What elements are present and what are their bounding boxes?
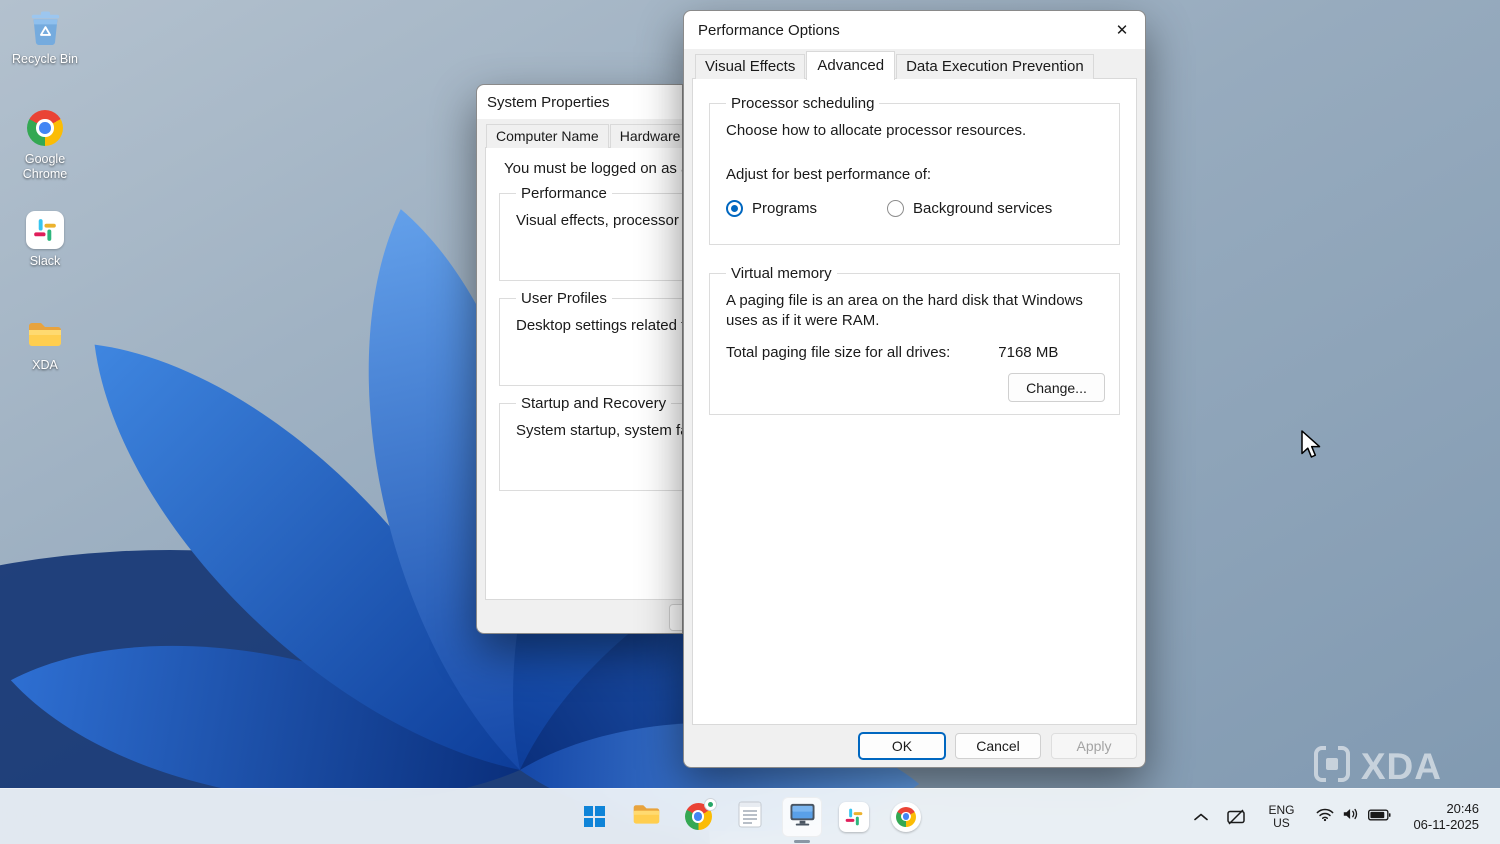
desktop-icon-google-chrome[interactable]: Google Chrome bbox=[8, 108, 82, 182]
dialog-footer: OK Cancel Apply bbox=[684, 725, 1145, 767]
section-title: User Profiles bbox=[516, 290, 612, 307]
start-button[interactable] bbox=[574, 797, 614, 837]
total-paging-row: Total paging file size for all drives: 7… bbox=[726, 344, 1107, 361]
desktop-icon-xda-folder[interactable]: XDA bbox=[8, 314, 82, 373]
touchpad-disabled-icon[interactable] bbox=[1217, 803, 1255, 831]
performance-section: Performance Visual effects, processor sc… bbox=[499, 185, 683, 281]
taskbar: ENG US bbox=[0, 788, 1500, 844]
taskbar-clock[interactable]: 20:46 06-11-2025 bbox=[1404, 795, 1488, 839]
tab-advanced[interactable]: Advanced bbox=[806, 51, 895, 80]
mouse-cursor bbox=[1300, 430, 1322, 465]
watermark-text: XDA bbox=[1361, 746, 1442, 788]
desktop-icon-label: Recycle Bin bbox=[12, 52, 78, 67]
radio-selected-icon bbox=[726, 200, 743, 217]
notepad-icon bbox=[738, 800, 762, 833]
chrome-icon bbox=[27, 108, 63, 148]
desktop-icon-label: Google Chrome bbox=[8, 152, 82, 182]
speaker-icon bbox=[1342, 806, 1360, 827]
desktop-icon-recycle-bin[interactable]: Recycle Bin bbox=[8, 8, 82, 67]
user-profiles-section: User Profiles Desktop settings related t… bbox=[499, 290, 683, 386]
group-title: Processor scheduling bbox=[726, 95, 879, 112]
system-properties-tabs: Computer Name Hardware Advanced bbox=[477, 119, 683, 148]
folder-icon bbox=[27, 314, 63, 354]
language-line2: US bbox=[1273, 817, 1290, 830]
browser-icon bbox=[891, 802, 921, 832]
processor-scheduling-group: Processor scheduling Choose how to alloc… bbox=[709, 95, 1120, 245]
system-tray-button[interactable] bbox=[1307, 800, 1400, 833]
system-properties-titlebar[interactable]: System Properties bbox=[477, 85, 683, 119]
browser-button[interactable] bbox=[886, 797, 926, 837]
chrome-button[interactable] bbox=[678, 797, 718, 837]
desktop-icon-label: XDA bbox=[32, 358, 58, 373]
section-title: Startup and Recovery bbox=[516, 395, 671, 412]
slack-icon bbox=[839, 802, 869, 832]
radio-label: Programs bbox=[752, 200, 817, 217]
radio-background-services[interactable]: Background services bbox=[887, 200, 1052, 217]
battery-icon bbox=[1368, 808, 1391, 826]
tab-computer-name[interactable]: Computer Name bbox=[486, 124, 609, 148]
taskbar-tray: ENG US bbox=[1185, 789, 1494, 844]
desktop-icon-slack[interactable]: Slack bbox=[8, 210, 82, 269]
admin-note: You must be logged on as an Ad bbox=[504, 160, 683, 177]
dialog-title: Performance Options bbox=[698, 22, 840, 39]
apply-button[interactable]: Apply bbox=[1051, 733, 1137, 759]
running-app-indicator bbox=[794, 840, 810, 843]
system-monitor-icon bbox=[789, 802, 816, 832]
clock-time: 20:46 bbox=[1446, 801, 1479, 817]
xda-watermark: XDA bbox=[1313, 745, 1442, 788]
section-desc: Visual effects, processor sched bbox=[516, 211, 683, 231]
dialog-title: System Properties bbox=[487, 94, 610, 111]
system-properties-content: System Properties Computer Name Hardware… bbox=[477, 85, 683, 634]
partial-button[interactable] bbox=[669, 604, 683, 631]
desktop-icon-label: Slack bbox=[30, 254, 61, 269]
total-paging-value: 7168 MB bbox=[998, 344, 1058, 361]
language-indicator[interactable]: ENG US bbox=[1259, 798, 1303, 836]
performance-options-dialog[interactable]: Performance Options ✕ Visual Effects Adv… bbox=[683, 10, 1146, 768]
system-properties-dialog[interactable]: System Properties Computer Name Hardware… bbox=[476, 84, 683, 634]
clock-date: 06-11-2025 bbox=[1413, 817, 1479, 833]
section-desc: System startup, system failure, bbox=[516, 421, 683, 441]
radio-programs[interactable]: Programs bbox=[726, 200, 817, 217]
performance-options-tabs: Visual Effects Advanced Data Execution P… bbox=[684, 49, 1145, 79]
chrome-profile-badge-icon bbox=[704, 798, 717, 811]
wifi-icon bbox=[1316, 807, 1334, 827]
file-explorer-button[interactable] bbox=[626, 797, 666, 837]
group-title: Virtual memory bbox=[726, 265, 837, 282]
language-line1: ENG bbox=[1268, 804, 1294, 817]
slack-button[interactable] bbox=[834, 797, 874, 837]
tab-visual-effects[interactable]: Visual Effects bbox=[695, 54, 805, 79]
desktop-screen: Recycle Bin Google Chrome Slack bbox=[0, 0, 1500, 844]
performance-radio-group: Programs Background services bbox=[726, 200, 1107, 217]
section-desc: Desktop settings related to you bbox=[516, 316, 683, 336]
startup-recovery-section: Startup and Recovery System startup, sys… bbox=[499, 395, 683, 491]
taskbar-apps bbox=[574, 797, 926, 837]
recycle-bin-icon bbox=[29, 8, 62, 48]
xda-logo-icon bbox=[1313, 745, 1351, 788]
total-paging-label: Total paging file size for all drives: bbox=[726, 344, 950, 361]
system-properties-button[interactable] bbox=[782, 797, 822, 837]
slack-icon bbox=[26, 210, 64, 250]
ok-button[interactable]: OK bbox=[859, 733, 945, 759]
adjust-label: Adjust for best performance of: bbox=[726, 165, 1107, 185]
system-properties-tabpage: You must be logged on as an Ad Performan… bbox=[485, 147, 683, 600]
performance-options-titlebar[interactable]: Performance Options ✕ bbox=[684, 11, 1145, 49]
processor-scheduling-desc: Choose how to allocate processor resourc… bbox=[726, 121, 1107, 141]
section-title: Performance bbox=[516, 185, 612, 202]
file-explorer-icon bbox=[632, 802, 661, 831]
advanced-tabpage: Processor scheduling Choose how to alloc… bbox=[692, 78, 1137, 725]
notepad-button[interactable] bbox=[730, 797, 770, 837]
tray-chevron-up-icon[interactable] bbox=[1185, 807, 1217, 827]
tab-hardware[interactable]: Hardware bbox=[610, 124, 683, 148]
radio-label: Background services bbox=[913, 200, 1052, 217]
cancel-button[interactable]: Cancel bbox=[955, 733, 1041, 759]
virtual-memory-desc: A paging file is an area on the hard dis… bbox=[726, 291, 1107, 331]
virtual-memory-group: Virtual memory A paging file is an area … bbox=[709, 265, 1120, 415]
tab-data-execution-prevention[interactable]: Data Execution Prevention bbox=[896, 54, 1094, 79]
radio-unselected-icon bbox=[887, 200, 904, 217]
close-icon[interactable]: ✕ bbox=[1099, 11, 1145, 49]
change-button[interactable]: Change... bbox=[1008, 373, 1105, 402]
windows-logo-icon bbox=[584, 806, 605, 827]
